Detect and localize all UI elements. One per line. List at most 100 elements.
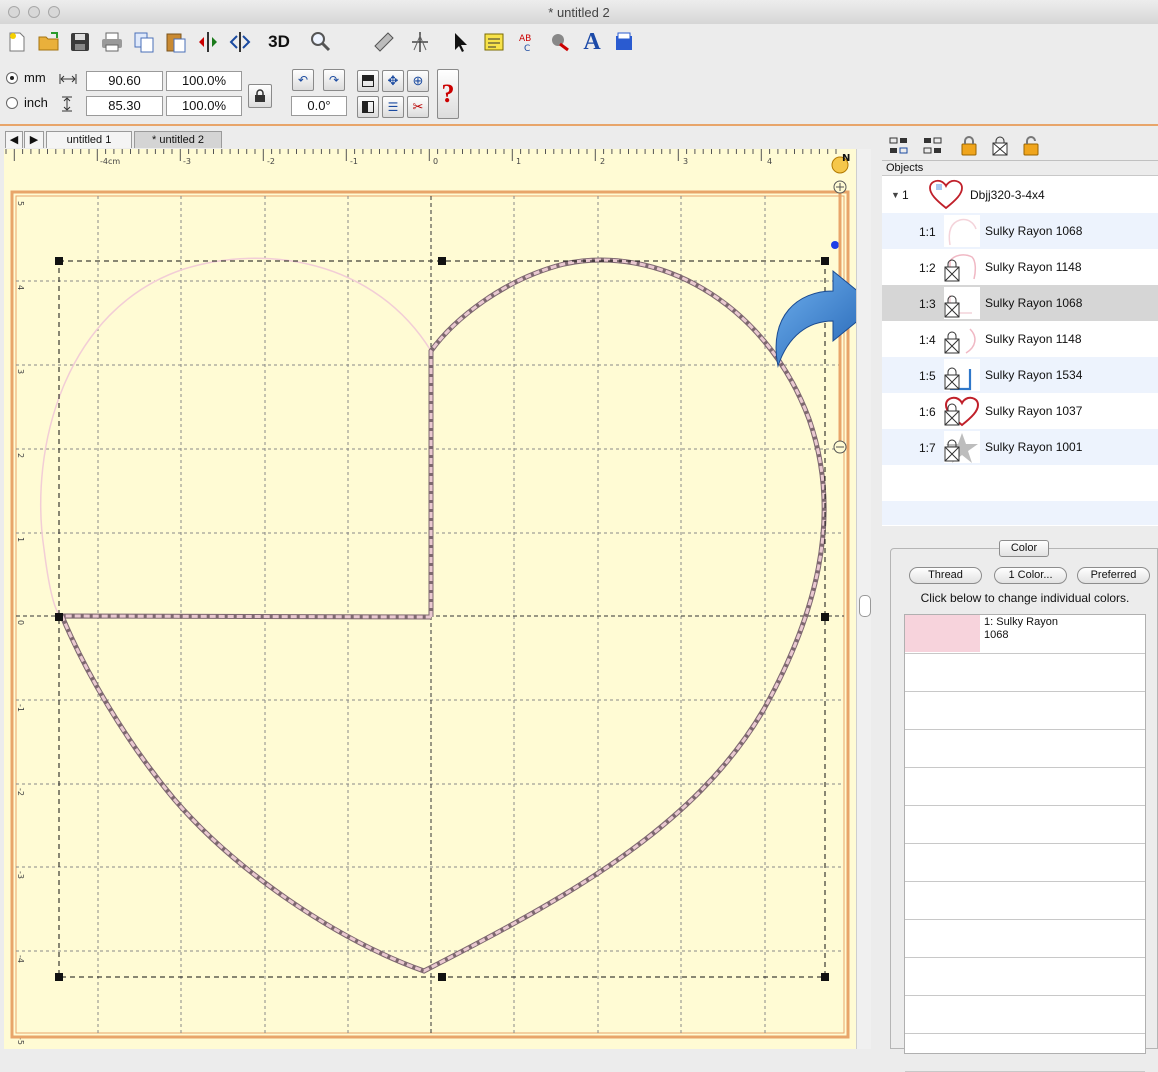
object-thumbnail-icon	[944, 395, 980, 427]
help-icon: ?	[441, 79, 455, 108]
handle-bottom-center[interactable]	[438, 973, 446, 981]
lock-proportions-button[interactable]	[248, 84, 272, 108]
one-color-button[interactable]: 1 Color...	[994, 567, 1067, 584]
object-row[interactable]: 1:1 Sulky Rayon 1068	[882, 213, 1158, 249]
rotation-field[interactable]: 0.0°	[291, 96, 347, 116]
object-row[interactable]: 1:4 Sulky Rayon 1148	[882, 321, 1158, 357]
zoom-icon[interactable]	[306, 28, 334, 56]
align-left-button[interactable]	[357, 96, 379, 118]
open-folder-icon[interactable]	[35, 28, 63, 56]
color-swatch[interactable]	[905, 615, 980, 652]
canvas-scrollbar[interactable]	[856, 149, 871, 1049]
mirror-vertical-icon[interactable]	[226, 28, 254, 56]
help-button[interactable]: ?	[437, 69, 459, 119]
pointer-icon[interactable]	[446, 28, 474, 56]
spellcheck-icon[interactable]: AB C	[514, 28, 542, 56]
mirror-horizontal-icon[interactable]	[194, 28, 222, 56]
lock-icon	[255, 89, 265, 102]
align-top-icon	[362, 75, 374, 87]
group-name: Dbjj320-3-4x4	[970, 188, 1045, 202]
height-percent-field[interactable]: 100.0%	[166, 96, 242, 116]
group-icon[interactable]	[886, 133, 912, 159]
unlock-icon[interactable]	[1018, 133, 1044, 159]
width-percent-field[interactable]: 100.0%	[166, 71, 242, 91]
object-row[interactable]: 1:6 Sulky Rayon 1037	[882, 393, 1158, 429]
scroll-thumb[interactable]	[859, 595, 871, 617]
handle-bottom-right[interactable]	[821, 973, 829, 981]
tab-color[interactable]: Color	[999, 540, 1049, 557]
new-file-icon[interactable]	[3, 28, 31, 56]
inch-label: inch	[24, 95, 48, 110]
save-icon[interactable]	[66, 28, 94, 56]
mm-radio[interactable]	[6, 72, 18, 84]
width-field[interactable]: 90.60	[86, 71, 163, 91]
svg-text:AB: AB	[519, 34, 531, 44]
object-thumbnail-icon	[944, 431, 980, 463]
object-row[interactable]: 1:2 Sulky Rayon 1148	[882, 249, 1158, 285]
color-entry[interactable]: 1: Sulky Rayon 1068	[905, 615, 1145, 654]
object-group-row[interactable]: ▼ 1 Dbjj320-3-4x4	[882, 177, 1158, 213]
align-left-icon	[362, 101, 374, 113]
ungroup-icon[interactable]	[920, 133, 946, 159]
empty-color-row	[905, 881, 1145, 920]
color-entry-code: 1068	[984, 629, 1009, 641]
design-icon[interactable]	[610, 28, 638, 56]
object-index: 1:5	[919, 369, 936, 383]
height-field[interactable]: 85.30	[86, 96, 163, 116]
ruler-label-vertical: 2	[16, 453, 25, 458]
thread-button[interactable]: Thread	[909, 567, 982, 584]
inch-radio[interactable]	[6, 97, 18, 109]
align-top-button[interactable]	[357, 70, 379, 92]
distribute-button[interactable]: ☰	[382, 96, 404, 118]
center-both-button[interactable]: ⊕	[407, 70, 429, 92]
object-row[interactable]: 1:7 Sulky Rayon 1001	[882, 429, 1158, 465]
handle-top-left[interactable]	[55, 257, 63, 265]
handle-top-right[interactable]	[821, 257, 829, 265]
hide-icon[interactable]	[987, 133, 1013, 159]
preferred-button[interactable]: Preferred	[1077, 567, 1150, 584]
print-icon[interactable]	[98, 28, 126, 56]
ruler-label-vertical: 0	[16, 620, 25, 625]
rotate-right-icon: ↷	[328, 73, 340, 87]
object-thumbnail-icon	[944, 287, 980, 319]
lock-icon[interactable]	[956, 133, 982, 159]
object-list-filler	[882, 501, 1158, 525]
object-name: Sulky Rayon 1068	[985, 224, 1083, 238]
ruler-label-vertical: 4	[16, 285, 25, 290]
object-name: Sulky Rayon 1001	[985, 440, 1083, 454]
rotate-left-button[interactable]: ↶	[292, 69, 314, 91]
center-both-icon: ⊕	[412, 73, 424, 88]
ruler-label: 2	[600, 157, 605, 166]
cut-button[interactable]: ✂	[407, 96, 429, 118]
empty-color-row	[905, 805, 1145, 844]
ruler-icon[interactable]	[370, 28, 398, 56]
object-name: Sulky Rayon 1037	[985, 404, 1083, 418]
tab-scroll-right[interactable]: ▶	[24, 131, 44, 148]
ruler-label: -1	[350, 157, 358, 166]
tab-untitled-1[interactable]: untitled 1	[46, 131, 132, 148]
handle-top-center[interactable]	[438, 257, 446, 265]
3d-view-button[interactable]: 3D	[262, 28, 296, 56]
copy-icon[interactable]	[130, 28, 158, 56]
notes-icon[interactable]	[480, 28, 508, 56]
width-icon	[58, 72, 78, 89]
disclosure-triangle-icon[interactable]: ▼	[891, 190, 900, 200]
height-icon	[60, 96, 74, 115]
handle-bottom-left[interactable]	[55, 973, 63, 981]
center-h-button[interactable]: ✥	[382, 70, 404, 92]
object-row[interactable]: 1:3 Sulky Rayon 1068	[882, 285, 1158, 321]
handle-mid-right[interactable]	[821, 613, 829, 621]
handle-mid-left[interactable]	[55, 613, 63, 621]
paste-icon[interactable]	[162, 28, 190, 56]
empty-color-row	[905, 767, 1145, 806]
center-icon[interactable]	[406, 28, 434, 56]
design-canvas[interactable]: -4cm -3 -2 -1 0 1 2 3 4 5 4 3 2 1 0 -1 -2 -3 -4 -5	[4, 149, 856, 1049]
empty-color-row	[905, 729, 1145, 768]
object-row[interactable]: 1:5 Sulky Rayon 1534	[882, 357, 1158, 393]
tab-scroll-left[interactable]: ◀	[5, 131, 23, 148]
text-tool-button[interactable]: A	[578, 28, 606, 56]
tab-untitled-2[interactable]: * untitled 2	[134, 131, 222, 148]
rotate-right-button[interactable]: ↷	[323, 69, 345, 91]
rotate-handle[interactable]	[831, 241, 839, 249]
thread-color-icon[interactable]	[546, 28, 574, 56]
